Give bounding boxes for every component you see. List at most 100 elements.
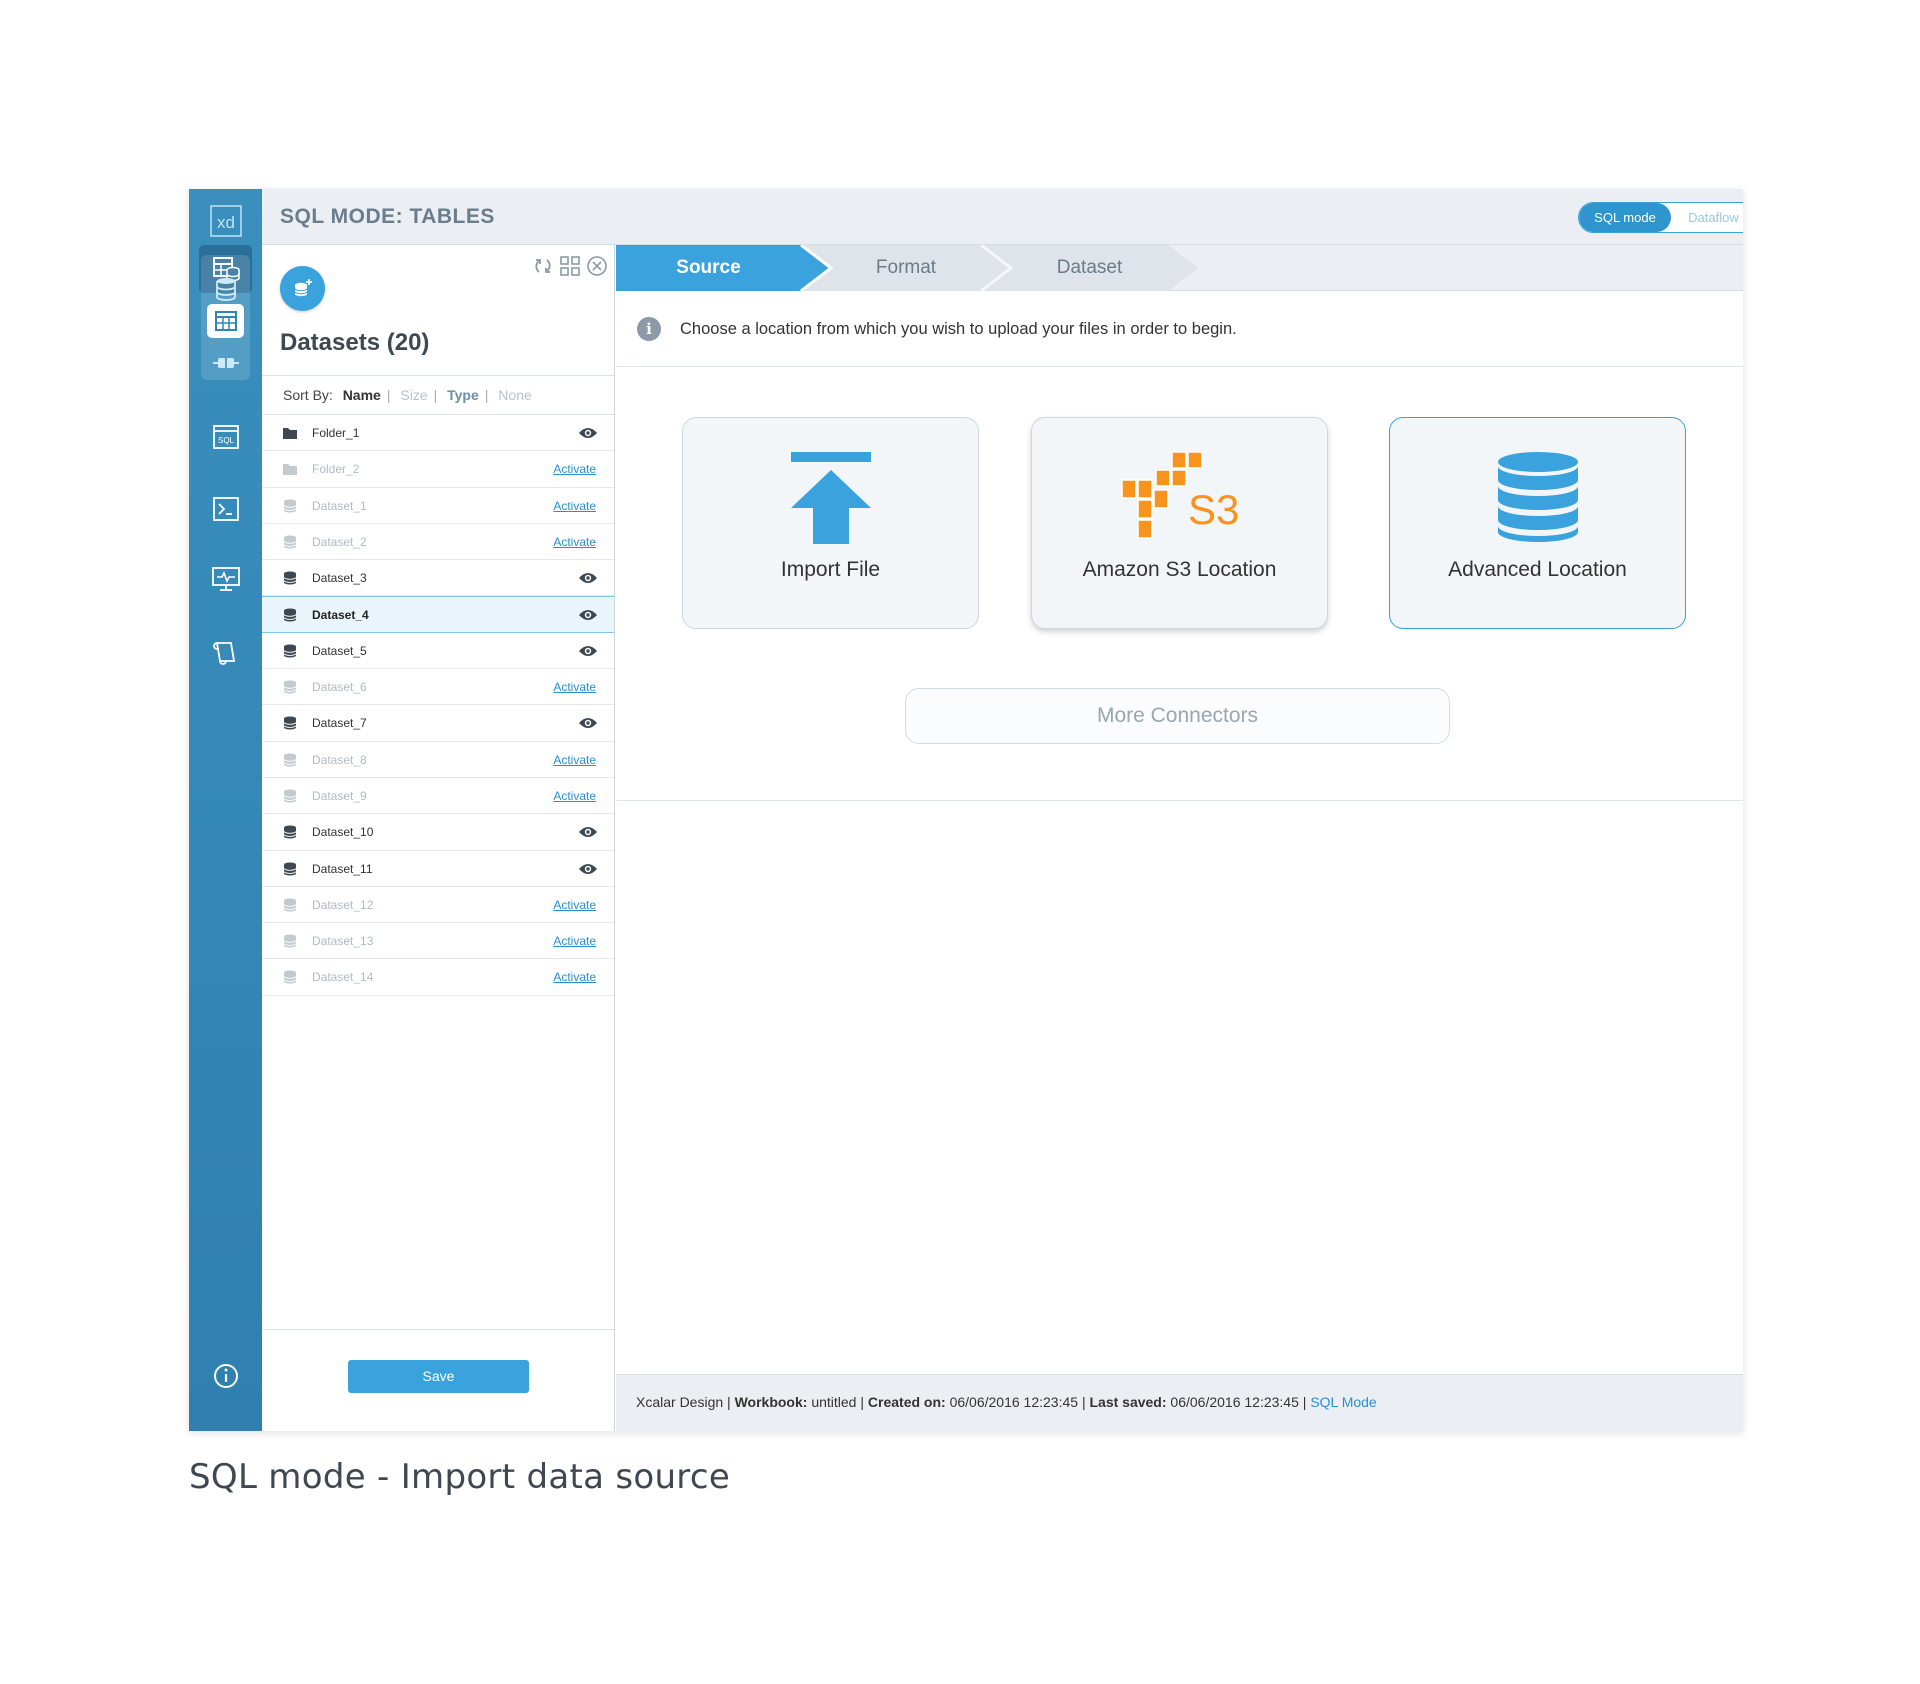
- amazon-s3-icon: S3: [1032, 452, 1327, 544]
- sort-option-name[interactable]: Name: [343, 387, 381, 403]
- datasets-panel: Datasets (20) Sort By: Name | Size | Type |…: [262, 245, 615, 1431]
- eye-icon[interactable]: [578, 571, 598, 590]
- folder-icon: [282, 426, 298, 440]
- status-created: 06/06/2016 12:23:45: [949, 1394, 1079, 1410]
- sort-option-type[interactable]: Type: [447, 387, 479, 403]
- activate-link[interactable]: Activate: [553, 959, 596, 995]
- dataset-row[interactable]: Dataset_5: [262, 633, 614, 670]
- folder-row[interactable]: Folder_2 Activate: [262, 451, 614, 488]
- sort-option-size[interactable]: Size: [400, 387, 427, 403]
- dataset-row[interactable]: Dataset_14 Activate: [262, 959, 614, 996]
- monitor-icon[interactable]: [199, 555, 252, 603]
- connector-icon[interactable]: [199, 339, 252, 387]
- add-dataset-button[interactable]: [280, 266, 325, 311]
- row-name: Dataset_4: [312, 608, 369, 623]
- row-name: Dataset_8: [312, 752, 367, 767]
- row-name: Dataset_1: [312, 498, 367, 513]
- info-icon[interactable]: [199, 1352, 252, 1400]
- eye-icon[interactable]: [578, 825, 598, 844]
- eye-icon[interactable]: [578, 716, 598, 735]
- sort-bar: Sort By: Name | Size | Type | None: [262, 375, 614, 415]
- row-name: Dataset_12: [312, 897, 374, 912]
- row-name: Dataset_9: [312, 788, 367, 803]
- logo-icon[interactable]: xd: [199, 197, 252, 245]
- svg-text:xd: xd: [217, 213, 235, 232]
- status-separator: |: [727, 1394, 731, 1410]
- import-file-card[interactable]: Import File: [682, 417, 979, 629]
- dataset-row[interactable]: Dataset_1 Activate: [262, 488, 614, 524]
- dataset-row[interactable]: Dataset_11: [262, 851, 614, 887]
- dataset-row[interactable]: Dataset_4: [262, 596, 614, 633]
- terminal-icon[interactable]: [199, 485, 252, 533]
- info-text: Choose a location from which you wish to…: [680, 320, 1237, 338]
- refresh-icon[interactable]: [532, 255, 554, 277]
- status-separator: |: [1302, 1394, 1307, 1410]
- row-name: Folder_2: [312, 462, 360, 477]
- dataset-row[interactable]: Dataset_13 Activate: [262, 923, 614, 960]
- table-grid-icon[interactable]: [207, 304, 244, 338]
- dataset-row[interactable]: Dataset_10: [262, 814, 614, 851]
- database-icon: [282, 499, 298, 513]
- database-icon: [282, 644, 298, 658]
- sql-mode-option[interactable]: SQL mode: [1579, 203, 1671, 232]
- info-row: i Choose a location from which you wish …: [616, 292, 1743, 367]
- dataset-row[interactable]: Dataset_9 Activate: [262, 778, 614, 815]
- dataset-row[interactable]: Dataset_2 Activate: [262, 524, 614, 561]
- activate-link[interactable]: Activate: [553, 524, 596, 560]
- close-icon[interactable]: [586, 255, 608, 277]
- database-icon: [282, 934, 298, 948]
- row-name: Dataset_6: [312, 680, 367, 695]
- advanced-location-card[interactable]: Advanced Location: [1389, 417, 1686, 629]
- row-name: Dataset_5: [312, 643, 367, 658]
- eye-icon[interactable]: [578, 862, 598, 881]
- row-name: Dataset_2: [312, 534, 367, 549]
- status-workbook: untitled: [811, 1394, 857, 1410]
- row-name: Dataset_10: [312, 825, 374, 840]
- status-separator: |: [1081, 1394, 1086, 1410]
- advanced-location-label: Advanced Location: [1448, 558, 1627, 581]
- upload-arrow-icon: [683, 452, 978, 544]
- row-name: Folder_1: [312, 426, 360, 440]
- dataflow-mode-option[interactable]: Dataflow mode: [1675, 203, 1743, 232]
- activate-link[interactable]: Activate: [553, 669, 596, 705]
- database-icon: [282, 970, 298, 984]
- scroll-icon[interactable]: [199, 629, 252, 677]
- activate-link[interactable]: Activate: [553, 451, 596, 487]
- sql-icon[interactable]: SQL: [199, 413, 252, 461]
- dataset-row[interactable]: Dataset_8 Activate: [262, 742, 614, 778]
- status-workbook-label: Workbook:: [734, 1394, 808, 1410]
- activate-link[interactable]: Activate: [553, 778, 596, 814]
- activate-link[interactable]: Activate: [553, 887, 596, 923]
- database-icon: [282, 753, 298, 767]
- database-icon: [282, 789, 298, 803]
- folder-row[interactable]: Folder_1: [262, 415, 614, 452]
- amazon-s3-label: Amazon S3 Location: [1082, 558, 1277, 581]
- eye-icon[interactable]: [578, 426, 598, 445]
- svg-text:S3: S3: [1188, 486, 1239, 533]
- amazon-s3-card[interactable]: S3 Amazon S3 Location: [1031, 417, 1328, 629]
- more-connectors-button[interactable]: More Connectors: [905, 688, 1450, 744]
- activate-link[interactable]: Activate: [553, 488, 596, 524]
- mode-toggle[interactable]: SQL mode Dataflow mode: [1578, 202, 1743, 233]
- dataset-row[interactable]: Dataset_7: [262, 705, 614, 742]
- dataset-row[interactable]: Dataset_12 Activate: [262, 887, 614, 924]
- sort-option-none[interactable]: None: [498, 387, 531, 403]
- database-icon: [282, 608, 298, 622]
- step-source[interactable]: Source: [616, 245, 801, 291]
- dataset-row[interactable]: Dataset_6 Activate: [262, 669, 614, 706]
- eye-icon[interactable]: [578, 644, 598, 663]
- grid-view-icon[interactable]: [559, 255, 581, 277]
- database-icon: [282, 680, 298, 694]
- eye-icon[interactable]: [578, 608, 598, 627]
- step-format[interactable]: Format: [816, 245, 996, 291]
- status-app: Xcalar Design: [636, 1394, 724, 1410]
- svg-text:SQL: SQL: [217, 436, 234, 445]
- status-mode-link[interactable]: SQL Mode: [1310, 1394, 1376, 1410]
- step-dataset[interactable]: Dataset: [996, 245, 1183, 291]
- left-rail: xd SQL: [189, 189, 262, 1431]
- dataset-row[interactable]: Dataset_3: [262, 560, 614, 597]
- figure-caption: SQL mode - Import data source: [189, 1457, 731, 1497]
- activate-link[interactable]: Activate: [553, 742, 596, 778]
- save-button[interactable]: Save: [348, 1360, 529, 1393]
- activate-link[interactable]: Activate: [553, 923, 596, 959]
